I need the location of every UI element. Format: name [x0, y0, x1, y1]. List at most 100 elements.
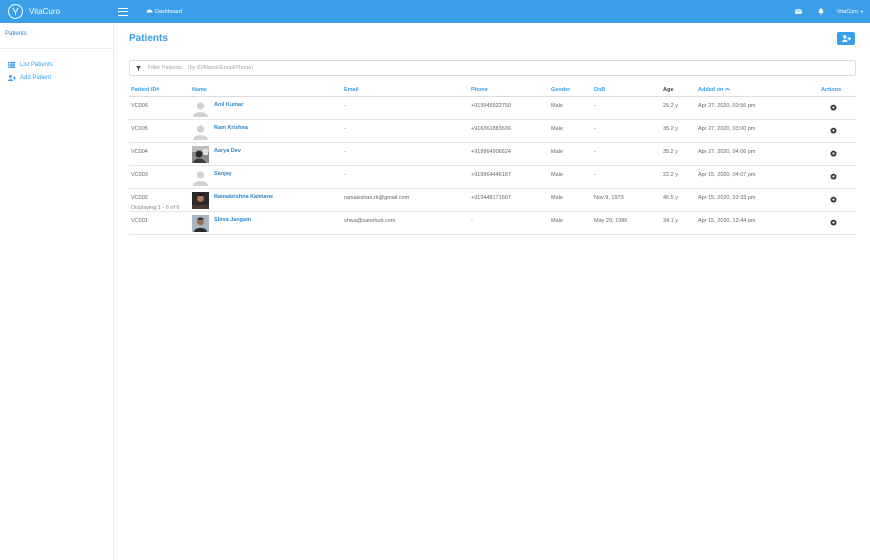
cell-name[interactable]: Aarya Dev	[214, 148, 241, 154]
col-name[interactable]: Name	[192, 87, 207, 93]
col-phone[interactable]: Phone	[471, 87, 488, 93]
col-email[interactable]: Email	[344, 87, 359, 93]
filter-bar	[129, 60, 856, 76]
cell-added-on: Apr 27, 2020, 03:00 pm	[698, 126, 756, 132]
brand[interactable]: VitaCuro	[0, 0, 114, 23]
cell-age: 46.5 y	[663, 195, 678, 201]
cell-patient-id: VC002	[131, 195, 148, 201]
cell-phone: +919448171607	[471, 195, 511, 201]
sidebar: Patients List Patients Add Patient	[0, 23, 114, 560]
patients-table: Patient ID# Name Email Phone Gender DoB …	[129, 84, 856, 235]
cell-phone: +919964906624	[471, 149, 511, 155]
dashboard-icon	[146, 8, 153, 15]
cell-age: 35.2 y	[663, 149, 678, 155]
sidebar-item-label: List Patients	[20, 61, 53, 68]
user-menu[interactable]: VitaCuro ▼	[837, 9, 864, 15]
cell-dob: -	[594, 126, 596, 132]
cell-dob: Nov 9, 1973	[594, 195, 624, 201]
brand-name: VitaCuro	[29, 7, 60, 16]
col-added-on[interactable]: Added on	[698, 87, 730, 93]
cell-phone: -	[471, 218, 473, 224]
table-row: VC006 Anil Kumar - +919945522750 Male - 25.2 y…	[129, 97, 856, 120]
col-gender[interactable]: Gender	[551, 87, 570, 93]
cell-gender: Male	[551, 103, 563, 109]
add-user-icon	[8, 74, 17, 81]
table-row: VC005 Ram Krishna - +916361883636 Male - 35.2 …	[129, 120, 856, 143]
brand-logo-icon	[8, 4, 23, 19]
cell-phone: +919964446187	[471, 172, 511, 178]
bell-icon[interactable]	[817, 8, 825, 16]
table-body: VC006 Anil Kumar - +919945522750 Male - 25.2 y…	[129, 97, 856, 235]
cell-age: 25.2 y	[663, 103, 678, 109]
cell-email: -	[344, 103, 346, 109]
user-name: VitaCuro	[836, 8, 859, 15]
filter-icon	[136, 65, 141, 71]
page-title: Patients	[129, 33, 168, 44]
gear-icon[interactable]	[829, 172, 838, 181]
cell-added-on: Apr 27, 2020, 03:56 pm	[698, 103, 756, 109]
sort-asc-icon	[725, 87, 730, 91]
table-row: VC001 Shiva Jangam shiva@sanohub.com - Male M…	[129, 212, 856, 235]
chevron-down-icon: ▼	[860, 9, 864, 14]
cell-dob: -	[594, 172, 596, 178]
table-row: VC003 Sanjay - +919964446187 Male - 22.2 y Apr …	[129, 166, 856, 189]
cell-added-on: Apr 15, 2020, 12:44 pm	[698, 218, 756, 224]
cell-patient-id: VC004	[131, 149, 148, 155]
avatar	[192, 123, 209, 140]
col-patient-id[interactable]: Patient ID#	[131, 87, 159, 93]
col-dob[interactable]: DoB	[594, 87, 605, 93]
cell-name[interactable]: Ramakrishna Kalmane	[214, 194, 273, 200]
menu-toggle-icon[interactable]	[118, 7, 128, 16]
cell-gender: Male	[551, 172, 563, 178]
top-navbar: VitaCuro Dashboard VitaCuro ▼	[0, 0, 870, 23]
pagination-summary: Displaying 1 - 6 of 6	[131, 205, 180, 211]
avatar	[192, 215, 209, 232]
cell-gender: Male	[551, 126, 563, 132]
table-header: Patient ID# Name Email Phone Gender DoB …	[129, 84, 856, 97]
cell-email: shiva@sanohub.com	[344, 218, 396, 224]
filter-input[interactable]	[148, 62, 748, 74]
cell-gender: Male	[551, 149, 563, 155]
cell-age: 35.2 y	[663, 126, 678, 132]
gear-icon[interactable]	[829, 126, 838, 135]
sidebar-item-list-patients[interactable]: List Patients	[0, 58, 113, 71]
cell-email: -	[344, 126, 346, 132]
col-age: Age	[663, 87, 674, 93]
cell-age: 34.1 y	[663, 218, 678, 224]
cell-dob: -	[594, 103, 596, 109]
table-row: VC002 Ramakrishna Kalmane ramakishan.rk@gm…	[129, 189, 856, 212]
dashboard-link[interactable]: Dashboard	[146, 8, 182, 15]
cell-gender: Male	[551, 195, 563, 201]
gear-icon[interactable]	[829, 218, 838, 227]
dashboard-label: Dashboard	[155, 8, 182, 15]
cell-dob: -	[594, 149, 596, 155]
avatar	[192, 146, 209, 163]
sidebar-heading[interactable]: Patients	[0, 23, 113, 49]
cell-added-on: Apr 15, 2020, 04:07 pm	[698, 172, 756, 178]
gear-icon[interactable]	[829, 149, 838, 158]
cell-email: -	[344, 172, 346, 178]
cell-name[interactable]: Ram Krishna	[214, 125, 248, 131]
avatar	[192, 192, 209, 209]
list-icon	[8, 61, 17, 68]
cell-email: ramakishan.rk@gmail.com	[344, 195, 410, 201]
gear-icon[interactable]	[829, 195, 838, 204]
cell-name[interactable]: Shiva Jangam	[214, 217, 251, 223]
cell-patient-id: VC006	[131, 103, 148, 109]
cell-name[interactable]: Sanjay	[214, 171, 232, 177]
cell-name[interactable]: Anil Kumar	[214, 102, 243, 108]
sidebar-item-add-patient[interactable]: Add Patient	[0, 71, 113, 84]
cell-dob: May 29, 1986	[594, 218, 628, 224]
cell-phone: +919945522750	[471, 103, 511, 109]
table-row: VC004 Aarya Dev - +919964906624 Male - 35.2 y A…	[129, 143, 856, 166]
avatar	[192, 169, 209, 186]
col-added-on-label: Added on	[698, 87, 724, 93]
cell-added-on: Apr 27, 2020, 04:06 pm	[698, 149, 756, 155]
gear-icon[interactable]	[829, 103, 838, 112]
cell-patient-id: VC005	[131, 126, 148, 132]
cell-patient-id: VC001	[131, 218, 148, 224]
cell-patient-id: VC003	[131, 172, 148, 178]
mail-icon[interactable]	[795, 8, 803, 16]
add-patient-button[interactable]	[837, 32, 855, 45]
cell-age: 22.2 y	[663, 172, 678, 178]
